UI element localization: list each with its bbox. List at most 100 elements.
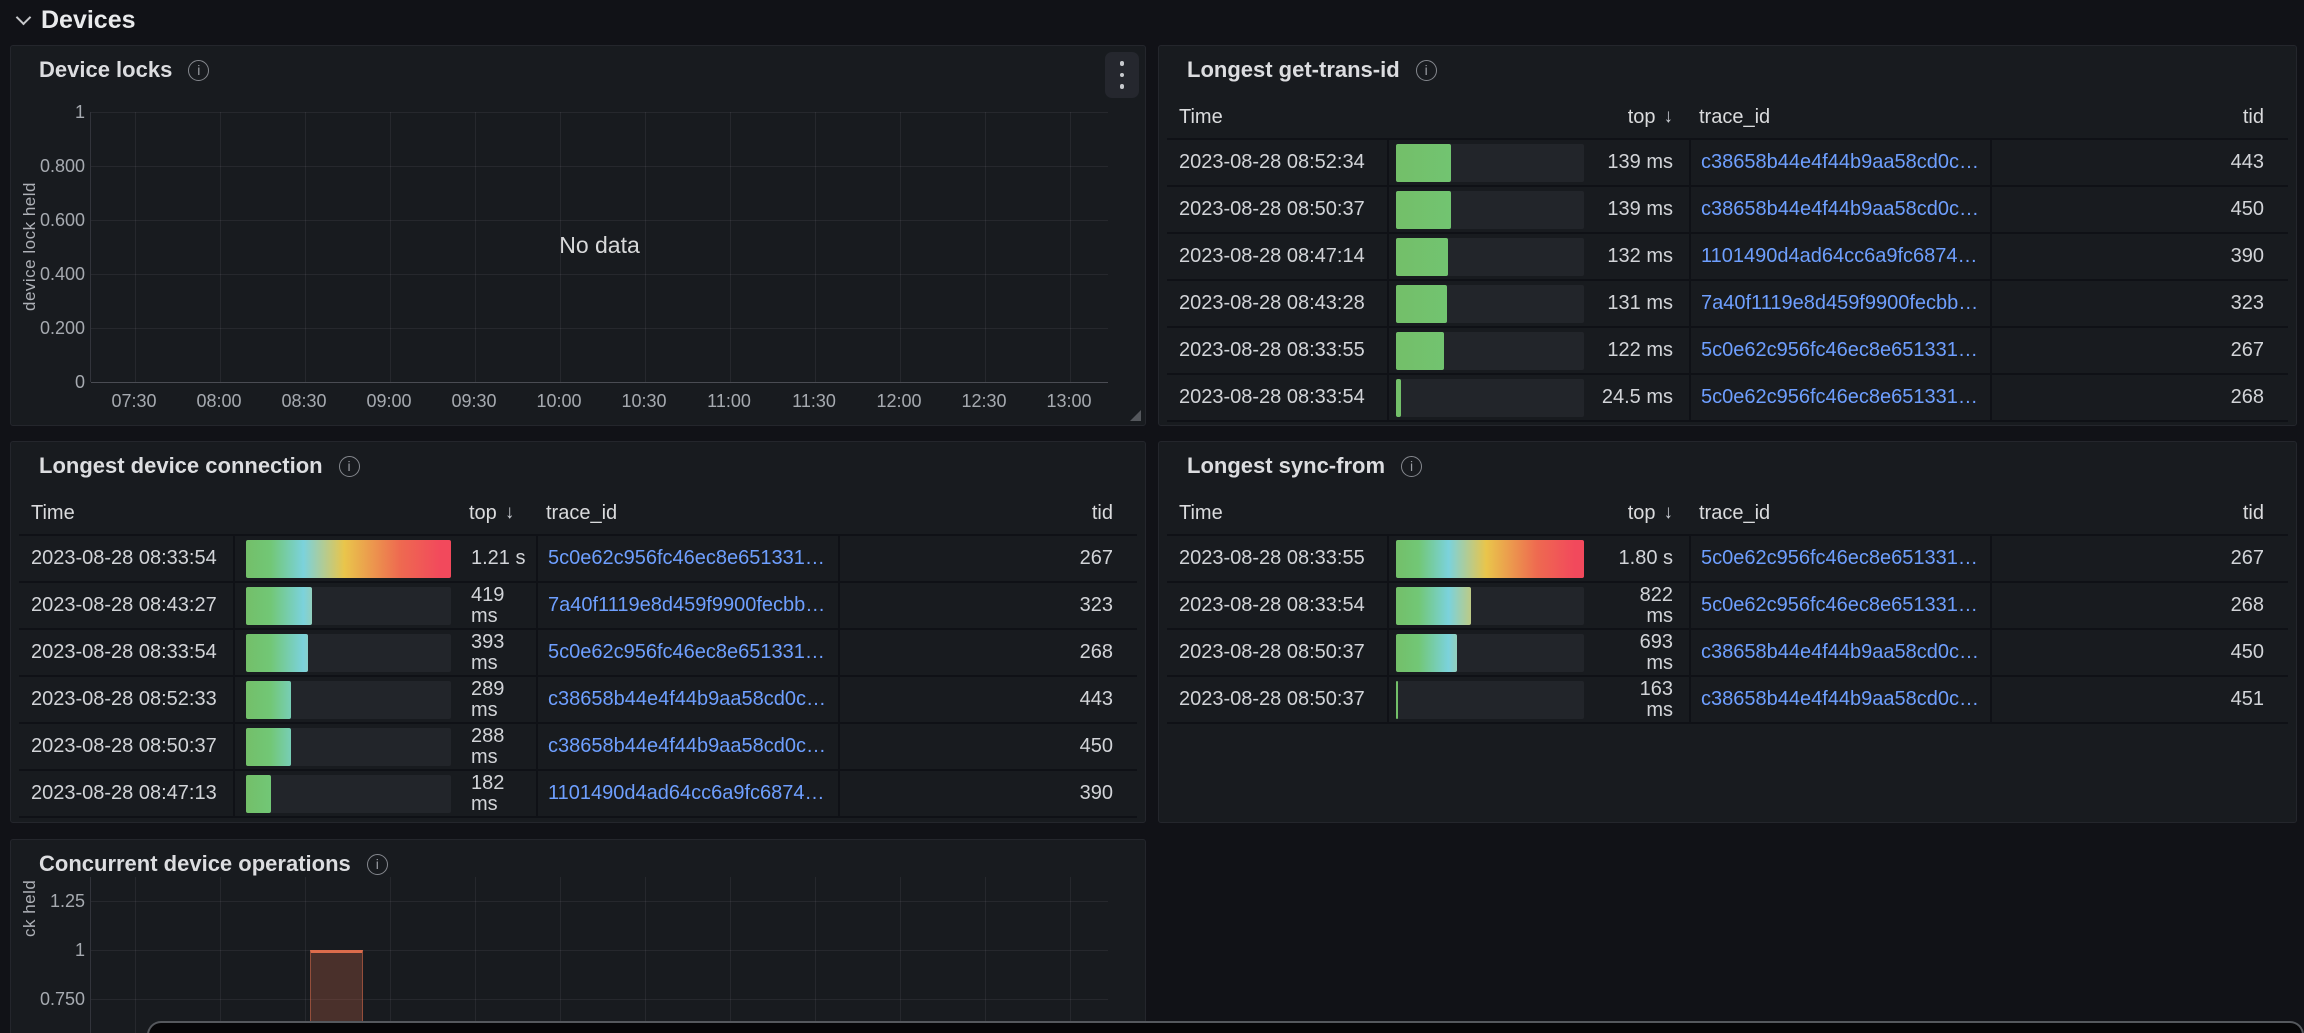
- bar-fill: [1396, 379, 1401, 417]
- column-header-trace-id[interactable]: trace_id: [1689, 96, 1990, 138]
- value-text: 822ms: [1584, 585, 1689, 627]
- value-bar-cell: 419ms: [233, 583, 536, 628]
- bar-track: [1396, 191, 1584, 229]
- y-tick-label: 0.200: [11, 318, 85, 339]
- column-header-tid[interactable]: tid: [1990, 96, 2288, 138]
- gridline: [645, 112, 646, 382]
- table-row: 2023-08-28 08:47:14132 ms1101490d4ad64cc…: [1167, 234, 2288, 281]
- tid-cell: 267: [838, 536, 1137, 581]
- value-text: 289ms: [471, 679, 504, 721]
- trace-id-cell: 5c0e62c956fc46ec8e651331…: [1689, 583, 1990, 628]
- bar-gradient: [1396, 634, 1457, 672]
- info-icon[interactable]: i: [1416, 60, 1437, 81]
- panel-resize-handle[interactable]: [1130, 410, 1141, 421]
- bar-track: [1396, 144, 1584, 182]
- time-cell: 2023-08-28 08:43:28: [1167, 281, 1387, 326]
- device-connection-table: Time top ↓ trace_id tid 2023-08-28 08:33…: [19, 492, 1137, 818]
- trace-id-link[interactable]: 5c0e62c956fc46ec8e651331…: [1701, 594, 1978, 617]
- column-header-tid[interactable]: tid: [1990, 492, 2288, 534]
- trace-id-link[interactable]: 5c0e62c956fc46ec8e651331…: [548, 547, 825, 570]
- trace-id-cell: c38658b44e4f44b9aa58cd0c…: [536, 677, 838, 722]
- time-cell: 2023-08-28 08:33:54: [19, 536, 233, 581]
- gridline: [91, 328, 1108, 329]
- column-header-time[interactable]: Time: [1167, 492, 1387, 534]
- tid-cell: 443: [838, 677, 1137, 722]
- column-header-trace-id[interactable]: trace_id: [536, 492, 838, 534]
- trace-id-link[interactable]: c38658b44e4f44b9aa58cd0c…: [1701, 688, 1979, 711]
- value-bar-cell: 1.21 s: [233, 536, 536, 581]
- trace-id-link[interactable]: 5c0e62c956fc46ec8e651331…: [1701, 339, 1978, 362]
- time-cell: 2023-08-28 08:50:37: [1167, 630, 1387, 675]
- info-icon[interactable]: i: [1401, 456, 1422, 477]
- table-row: 2023-08-28 08:47:13182ms1101490d4ad64cc6…: [19, 771, 1137, 818]
- table-body: 2023-08-28 08:33:541.21 s 5c0e62c956fc46e…: [19, 536, 1137, 818]
- trace-id-link[interactable]: c38658b44e4f44b9aa58cd0c…: [548, 688, 826, 711]
- value-text: 139 ms: [1584, 152, 1689, 173]
- trace-id-cell: c38658b44e4f44b9aa58cd0c…: [536, 724, 838, 769]
- column-header-time[interactable]: Time: [1167, 96, 1387, 138]
- bar-fill: [1396, 634, 1457, 672]
- bar-track: [1396, 285, 1584, 323]
- panel-title-get-trans-id[interactable]: Longest get-trans-id: [1187, 57, 1400, 83]
- tid-cell: 443: [1990, 140, 2288, 185]
- x-tick-label: 10:30: [602, 391, 686, 412]
- y-tick-label: 0.750: [11, 989, 85, 1010]
- panel-title-sync-from[interactable]: Longest sync-from: [1187, 453, 1385, 479]
- bar-track: [246, 540, 451, 578]
- column-header-top[interactable]: top ↓: [1387, 492, 1689, 534]
- value-text: 122 ms: [1584, 340, 1689, 361]
- column-header-tid[interactable]: tid: [838, 492, 1137, 534]
- bar-gradient: [1396, 144, 1451, 182]
- panel-title-concurrent-operations[interactable]: Concurrent device operations: [39, 851, 351, 877]
- info-icon[interactable]: i: [188, 60, 209, 81]
- trace-id-link[interactable]: c38658b44e4f44b9aa58cd0c…: [1701, 198, 1979, 221]
- column-header-time[interactable]: Time: [19, 492, 233, 534]
- info-icon[interactable]: i: [339, 456, 360, 477]
- trace-id-link[interactable]: 5c0e62c956fc46ec8e651331…: [1701, 547, 1978, 570]
- table-row: 2023-08-28 08:50:37693msc38658b44e4f44b9…: [1167, 630, 2288, 677]
- panel-menu-button[interactable]: [1105, 52, 1139, 98]
- table-header: Time top ↓ trace_id tid: [1167, 96, 2288, 140]
- time-cell: 2023-08-28 08:33:54: [1167, 583, 1387, 628]
- value-bar-cell: 288ms: [233, 724, 536, 769]
- trace-id-link[interactable]: 1101490d4ad64cc6a9fc6874…: [1701, 245, 1978, 268]
- x-tick-label: 09:30: [432, 391, 516, 412]
- panel-title-device-locks[interactable]: Device locks: [39, 57, 172, 83]
- column-header-top[interactable]: top ↓: [1387, 96, 1689, 138]
- gridline: [135, 112, 136, 382]
- trace-id-link[interactable]: c38658b44e4f44b9aa58cd0c…: [1701, 151, 1979, 174]
- time-cell: 2023-08-28 08:50:37: [1167, 677, 1387, 722]
- trace-id-link[interactable]: 7a40f1119e8d459f9900fecbb…: [548, 594, 825, 617]
- section-row-devices[interactable]: Devices: [18, 6, 136, 35]
- tid-cell: 323: [838, 583, 1137, 628]
- info-icon[interactable]: i: [367, 854, 388, 875]
- column-header-top[interactable]: top ↓: [233, 492, 536, 534]
- value-text: 132 ms: [1584, 246, 1689, 267]
- trace-id-link[interactable]: 7a40f1119e8d459f9900fecbb…: [1701, 292, 1978, 315]
- gridline: [560, 112, 561, 382]
- gridline: [91, 274, 1108, 275]
- gridline: [900, 112, 901, 382]
- value-text: 139 ms: [1584, 199, 1689, 220]
- gridline: [91, 999, 1108, 1000]
- tid-cell: 268: [838, 630, 1137, 675]
- gridline: [91, 382, 1108, 383]
- trace-id-link[interactable]: 5c0e62c956fc46ec8e651331…: [548, 641, 825, 664]
- trace-id-link[interactable]: 1101490d4ad64cc6a9fc6874…: [548, 782, 825, 805]
- table-row: 2023-08-28 08:52:34139 msc38658b44e4f44b…: [1167, 140, 2288, 187]
- column-header-trace-id[interactable]: trace_id: [1689, 492, 1990, 534]
- trace-id-link[interactable]: c38658b44e4f44b9aa58cd0c…: [548, 735, 826, 758]
- trace-id-link[interactable]: 5c0e62c956fc46ec8e651331…: [1701, 386, 1978, 409]
- table-row: 2023-08-28 08:33:54 822ms 5c0e62c956fc46ec…: [1167, 583, 2288, 630]
- tid-cell: 267: [1990, 536, 2288, 581]
- bar-track: [1396, 332, 1584, 370]
- time-cell: 2023-08-28 08:43:27: [19, 583, 233, 628]
- bar-gradient: [246, 634, 308, 672]
- panel-title-device-connection[interactable]: Longest device connection: [39, 453, 323, 479]
- panel-concurrent-operations: Concurrent device operations i ck held 1…: [10, 839, 1146, 1033]
- bar-fill: [246, 728, 291, 766]
- trace-id-link[interactable]: c38658b44e4f44b9aa58cd0c…: [1701, 641, 1979, 664]
- value-text: 393ms: [471, 632, 504, 674]
- trace-id-cell: c38658b44e4f44b9aa58cd0c…: [1689, 630, 1990, 675]
- table-row: 2023-08-28 08:50:37139 msc38658b44e4f44b…: [1167, 187, 2288, 234]
